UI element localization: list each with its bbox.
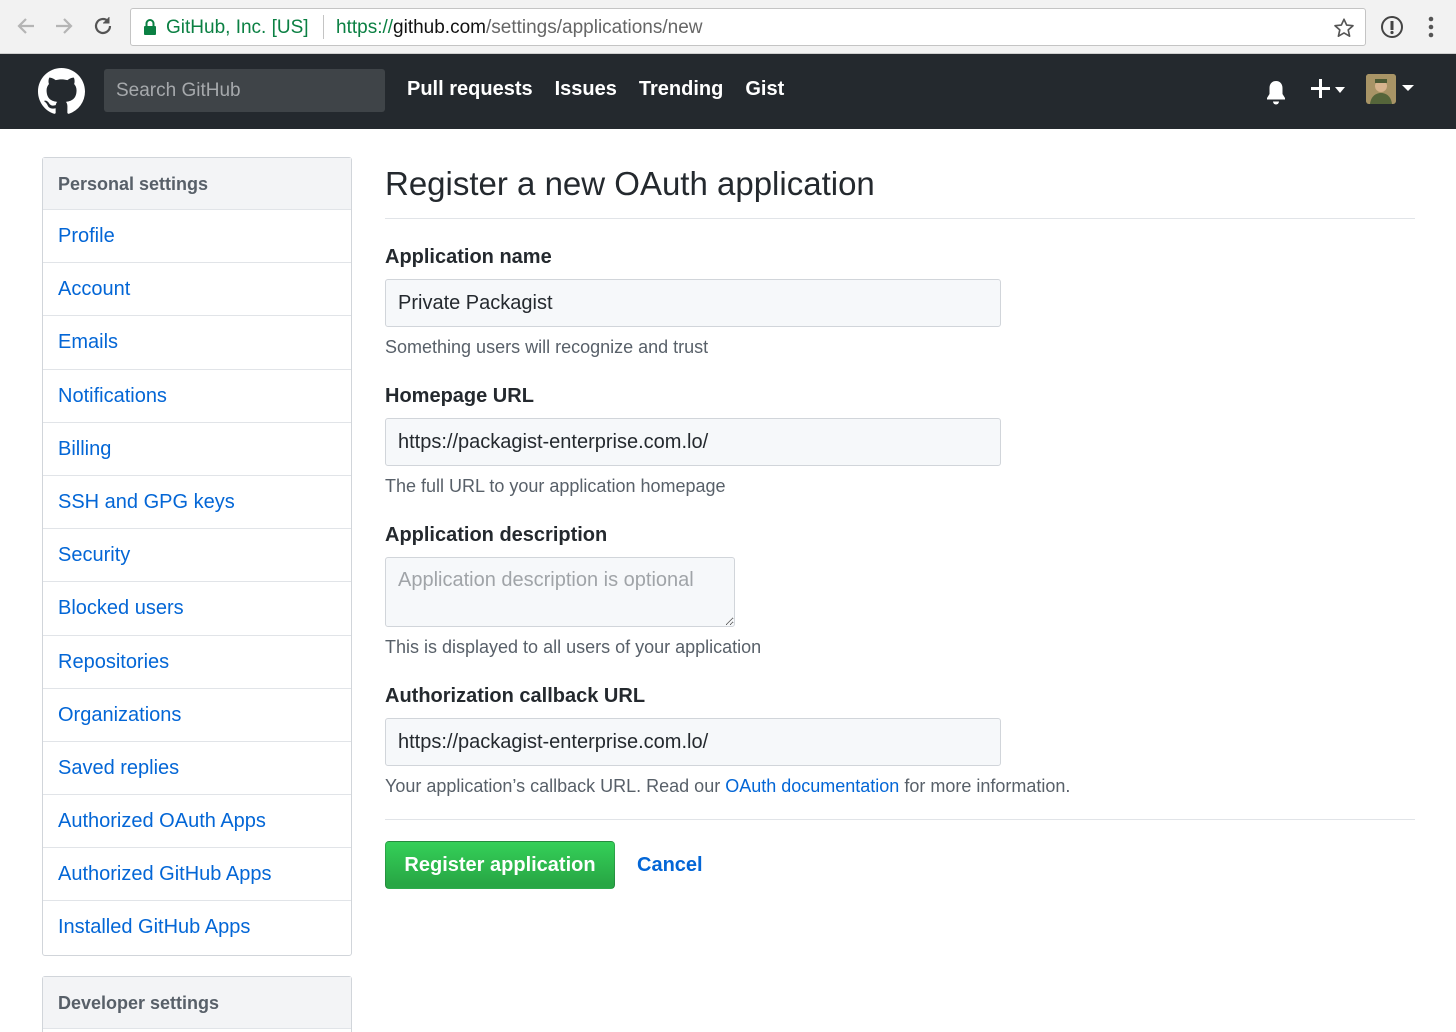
oauth-documentation-link[interactable]: OAuth documentation: [725, 776, 899, 796]
personal-settings-menu: Personal settings Profile Account Emails…: [42, 157, 352, 956]
menu-kebab-icon[interactable]: [1422, 14, 1440, 40]
sidebar-item-billing[interactable]: Billing: [43, 423, 351, 476]
header-nav: Pull requests Issues Trending Gist: [407, 78, 784, 101]
sidebar-item-account[interactable]: Account: [43, 263, 351, 317]
sidebar-item-organizations[interactable]: Organizations: [43, 689, 351, 742]
forward-icon[interactable]: [50, 12, 78, 40]
callback-url-field: Authorization callback URL Your applicat…: [385, 685, 1070, 797]
address-bar[interactable]: GitHub, Inc. [US] https://github.com/set…: [130, 8, 1366, 46]
oauth-app-form: Register a new OAuth application Applica…: [385, 157, 1415, 889]
sidebar-item-repositories[interactable]: Repositories: [43, 636, 351, 689]
callback-note-suffix: for more information.: [899, 776, 1071, 796]
sidebar-item-authorized-github-apps[interactable]: Authorized GitHub Apps: [43, 848, 351, 902]
sidebar-item-installed-github-apps[interactable]: Installed GitHub Apps: [43, 901, 351, 954]
omnibox-separator: [323, 15, 324, 39]
application-name-label: Application name: [385, 246, 552, 268]
nav-pull-requests[interactable]: Pull requests: [407, 78, 533, 101]
page-title: Register a new OAuth application: [385, 157, 1415, 219]
callback-url-input[interactable]: [385, 718, 1001, 766]
user-avatar: [1366, 74, 1396, 104]
application-description-field: Application description This is displaye…: [385, 524, 761, 658]
application-description-textarea[interactable]: [385, 557, 735, 627]
callback-note-text: Your application’s callback URL. Read ou…: [385, 776, 726, 796]
callback-url-note: Your application’s callback URL. Read ou…: [385, 776, 1070, 797]
sidebar-item-emails[interactable]: Emails: [43, 316, 351, 370]
sidebar-item-security[interactable]: Security: [43, 529, 351, 583]
sidebar-item-profile[interactable]: Profile: [43, 210, 351, 264]
homepage-url-field: Homepage URL The full URL to your applic…: [385, 385, 1001, 497]
developer-settings-menu: Developer settings: [42, 976, 352, 1032]
personal-settings-heading: Personal settings: [43, 158, 351, 210]
sidebar-item-notifications[interactable]: Notifications: [43, 370, 351, 423]
application-description-note: This is displayed to all users of your a…: [385, 637, 762, 657]
url-path: /settings/applications/new: [485, 17, 703, 38]
register-application-button[interactable]: Register application: [385, 841, 615, 889]
cancel-link[interactable]: Cancel: [637, 854, 703, 877]
application-name-field: Application name Something users will re…: [385, 246, 1001, 358]
notifications-bell-icon[interactable]: [1264, 78, 1288, 106]
security-label: GitHub, Inc. [US]: [166, 17, 309, 38]
url-host: github.com: [393, 17, 486, 38]
bookmark-star-icon[interactable]: [1333, 17, 1355, 39]
sidebar-item-authorized-oauth-apps[interactable]: Authorized OAuth Apps: [43, 795, 351, 849]
application-name-note: Something users will recognize and trust: [385, 337, 709, 357]
back-icon[interactable]: [12, 12, 40, 40]
reload-icon[interactable]: [89, 12, 117, 40]
search-input[interactable]: [104, 69, 385, 112]
github-logo-icon[interactable]: [38, 68, 85, 115]
extension-icon[interactable]: [1380, 15, 1404, 39]
nav-issues[interactable]: Issues: [555, 78, 617, 101]
form-divider: [385, 819, 1415, 820]
application-description-label: Application description: [385, 524, 608, 546]
browser-toolbar: GitHub, Inc. [US] https://github.com/set…: [0, 0, 1456, 54]
callback-url-label: Authorization callback URL: [385, 685, 646, 707]
lock-icon: [144, 19, 156, 35]
sidebar-item-saved-replies[interactable]: Saved replies: [43, 742, 351, 796]
application-name-input[interactable]: [385, 279, 1001, 327]
url-text: https://github.com/settings/applications…: [336, 17, 703, 39]
create-new-plus-icon[interactable]: [1311, 76, 1347, 104]
github-header: Pull requests Issues Trending Gist: [0, 54, 1456, 129]
homepage-url-note: The full URL to your application homepag…: [385, 476, 726, 496]
sidebar-item-ssh-gpg-keys[interactable]: SSH and GPG keys: [43, 476, 351, 530]
sidebar-item-blocked-users[interactable]: Blocked users: [43, 582, 351, 636]
nav-gist[interactable]: Gist: [745, 78, 784, 101]
chevron-down-icon: [1402, 85, 1414, 91]
homepage-url-input[interactable]: [385, 418, 1001, 466]
homepage-url-label: Homepage URL: [385, 385, 534, 407]
user-menu[interactable]: [1366, 74, 1416, 108]
url-scheme: https://: [336, 17, 394, 38]
developer-settings-heading: Developer settings: [43, 977, 351, 1029]
nav-trending[interactable]: Trending: [639, 78, 723, 101]
